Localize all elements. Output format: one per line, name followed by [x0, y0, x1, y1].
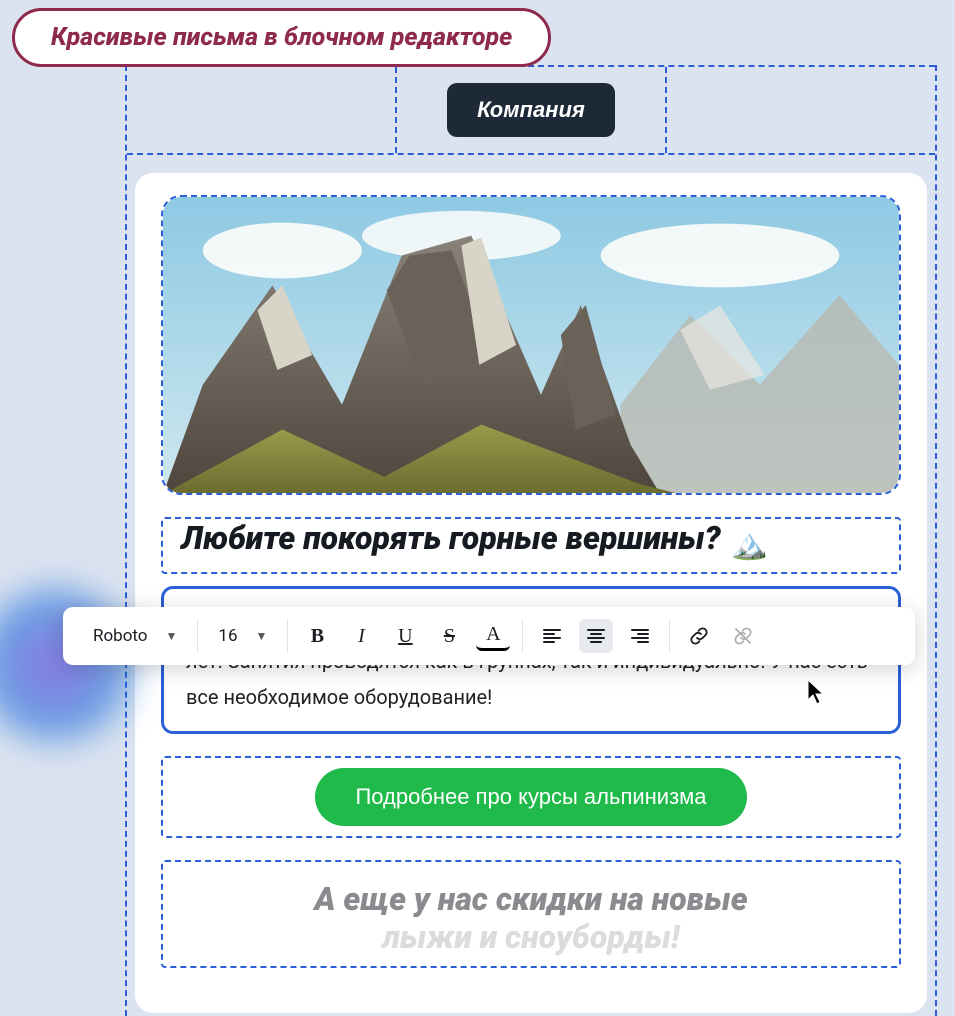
align-center-button[interactable] [579, 619, 613, 653]
heading2-line2: лыжи и сноуборды! [181, 918, 881, 956]
align-left-button[interactable] [535, 619, 569, 653]
align-right-icon [630, 626, 650, 646]
cta-block[interactable]: Подробнее про курсы альпинизма [161, 756, 901, 838]
hero-image-block[interactable] [161, 195, 901, 495]
insert-link-button[interactable] [682, 619, 716, 653]
text-color-button[interactable]: A [476, 621, 510, 651]
company-logo-button[interactable]: Компания [447, 83, 615, 137]
mountain-icon: 🏔️ [731, 527, 768, 562]
heading-text: Любите покорять горные вершины? [181, 519, 721, 557]
underline-button[interactable]: U [388, 619, 422, 653]
editor-canvas[interactable]: Компания [125, 65, 937, 1016]
callout-text: Красивые письма в блочном редакторе [51, 23, 512, 52]
font-size-group: 16 ▼ [198, 607, 287, 665]
align-group [523, 607, 669, 665]
feature-callout: Красивые письма в блочном редакторе [12, 8, 551, 67]
hero-mountain-image [163, 197, 899, 493]
header-col-right[interactable] [667, 67, 935, 153]
heading2-block[interactable]: А еще у нас скидки на новые лыжи и сноуб… [161, 860, 901, 968]
align-left-icon [542, 626, 562, 646]
header-col-center[interactable]: Компания [397, 67, 667, 153]
heading2-line1: А еще у нас скидки на новые [181, 880, 881, 918]
style-group: B I U S A [288, 607, 522, 665]
font-size-value: 16 [218, 626, 237, 646]
remove-link-button[interactable] [726, 619, 760, 653]
unlink-icon [733, 626, 753, 646]
align-center-icon [586, 626, 606, 646]
strikethrough-button[interactable]: S [432, 619, 466, 653]
email-card: Любите покорять горные вершины? 🏔️ Мы от… [135, 173, 927, 1013]
heading-block[interactable]: Любите покорять горные вершины? 🏔️ [161, 517, 901, 574]
header-col-left[interactable] [127, 67, 397, 153]
chevron-down-icon: ▼ [166, 629, 178, 643]
cursor-icon [806, 678, 828, 713]
chevron-down-icon: ▼ [256, 629, 268, 643]
link-icon [689, 626, 709, 646]
font-family-value: Roboto [93, 626, 148, 646]
text-format-toolbar: Roboto ▼ 16 ▼ B I U S A [63, 607, 915, 665]
italic-button[interactable]: I [344, 619, 378, 653]
font-family-group: Roboto ▼ [73, 607, 197, 665]
header-row-block[interactable]: Компания [127, 65, 935, 155]
cta-button[interactable]: Подробнее про курсы альпинизма [315, 768, 746, 826]
font-size-select[interactable]: 16 ▼ [210, 620, 275, 652]
font-family-select[interactable]: Roboto ▼ [85, 620, 185, 652]
link-group [670, 607, 772, 665]
bold-button[interactable]: B [300, 619, 334, 653]
align-right-button[interactable] [623, 619, 657, 653]
